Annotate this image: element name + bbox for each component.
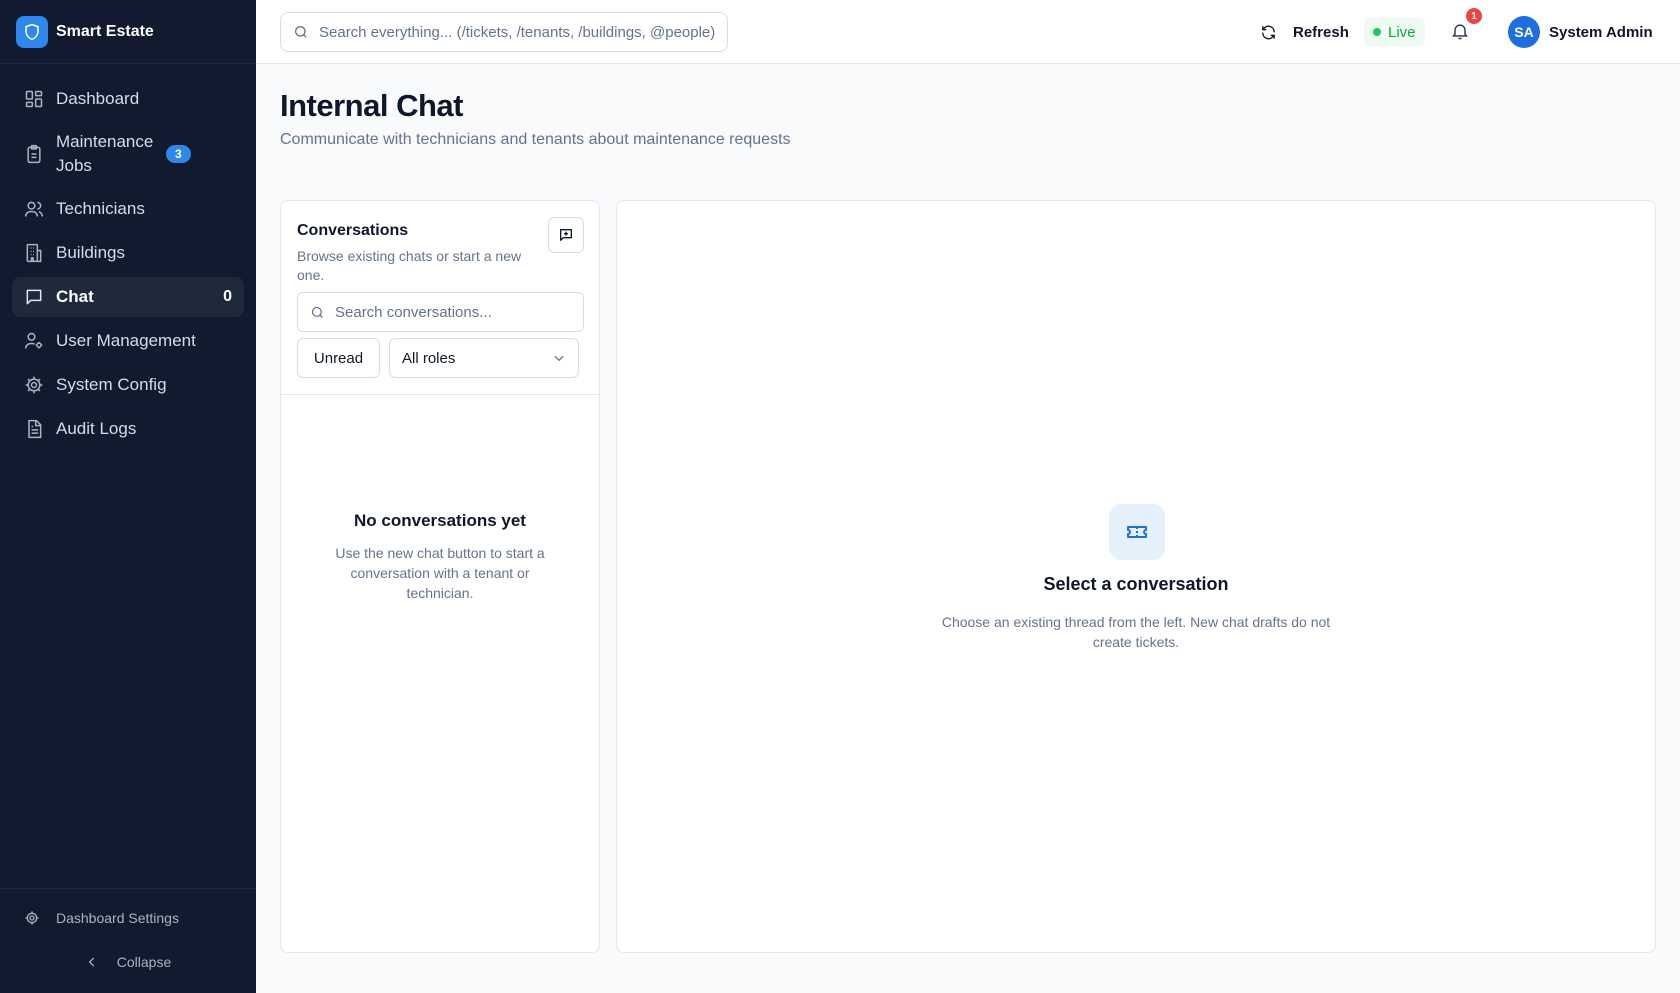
sidebar-item-label: User Management bbox=[56, 331, 196, 350]
dashboard-settings-label: Dashboard Settings bbox=[56, 910, 179, 926]
sidebar-nav: Dashboard Maintenance Jobs 3 Technicians… bbox=[0, 64, 256, 449]
user-name: System Admin bbox=[1549, 23, 1653, 41]
empty-state-description: Use the new chat button to start a conve… bbox=[335, 545, 545, 601]
sidebar-item-maintenance-jobs[interactable]: Maintenance Jobs 3 bbox=[12, 123, 244, 185]
dashboard-grid-icon bbox=[24, 89, 44, 109]
new-chat-button[interactable] bbox=[548, 217, 584, 253]
sidebar-item-label: Maintenance Jobs bbox=[56, 132, 154, 175]
refresh-icon bbox=[1260, 24, 1277, 41]
thread-placeholder-description: Choose an existing thread from the left.… bbox=[941, 614, 1331, 650]
brand[interactable]: Smart Estate bbox=[0, 0, 256, 64]
clipboard-icon bbox=[24, 144, 44, 164]
role-filter-value: All roles bbox=[402, 349, 456, 367]
global-search-input[interactable] bbox=[319, 23, 719, 41]
gear-icon bbox=[24, 910, 40, 926]
sidebar-item-label: Chat bbox=[56, 287, 94, 306]
conversations-panel: Conversations Browse existing chats or s… bbox=[280, 200, 600, 953]
thread-placeholder-title: Select a conversation bbox=[1043, 574, 1229, 594]
file-text-icon bbox=[24, 419, 44, 439]
user-menu[interactable]: SA System Admin bbox=[1508, 16, 1653, 48]
users-icon bbox=[24, 199, 44, 219]
shield-icon bbox=[16, 15, 48, 48]
refresh-button[interactable]: Refresh bbox=[1260, 18, 1349, 46]
thread-panel: Select a conversation Choose an existing… bbox=[616, 200, 1656, 953]
conversations-title: Conversations bbox=[297, 222, 409, 239]
conversation-search-input[interactable] bbox=[335, 303, 575, 321]
sidebar-item-label: System Config bbox=[56, 375, 167, 394]
chat-unread-count: 0 bbox=[223, 288, 232, 305]
live-status-badge: Live bbox=[1364, 18, 1425, 46]
brand-name: Smart Estate bbox=[56, 22, 154, 40]
bell-icon[interactable] bbox=[1450, 21, 1470, 41]
search-icon bbox=[310, 305, 325, 320]
avatar: SA bbox=[1508, 16, 1540, 48]
page-title: Internal Chat bbox=[280, 88, 463, 123]
live-label: Live bbox=[1388, 23, 1416, 41]
sidebar-item-user-management[interactable]: User Management bbox=[12, 321, 244, 361]
notification-count-badge: 1 bbox=[1466, 8, 1482, 24]
sidebar-item-label: Technicians bbox=[56, 199, 145, 218]
conversation-search[interactable] bbox=[297, 292, 584, 332]
collapse-label: Collapse bbox=[116, 954, 172, 970]
sidebar-item-label: Buildings bbox=[56, 243, 125, 262]
message-square-icon bbox=[24, 287, 44, 307]
ticket-icon bbox=[1109, 504, 1165, 560]
dashboard-settings-link[interactable]: Dashboard Settings bbox=[0, 903, 256, 933]
sidebar: Smart Estate Dashboard Maintenance Jobs … bbox=[0, 0, 256, 993]
chevron-down-icon bbox=[552, 351, 566, 365]
search-icon bbox=[293, 24, 309, 40]
conversations-description: Browse existing chats or start a new one… bbox=[297, 248, 522, 283]
sidebar-item-chat[interactable]: Chat 0 bbox=[12, 277, 244, 317]
sidebar-item-buildings[interactable]: Buildings bbox=[12, 233, 244, 273]
collapse-button[interactable]: Collapse bbox=[0, 947, 256, 977]
global-search[interactable] bbox=[280, 12, 728, 52]
building-icon bbox=[24, 243, 44, 263]
conversations-header: Conversations Browse existing chats or s… bbox=[281, 201, 599, 395]
page-subtitle: Communicate with technicians and tenants… bbox=[280, 131, 791, 148]
role-filter-select[interactable]: All roles bbox=[389, 338, 579, 378]
top-header: Refresh Live 1 SA System Admin bbox=[256, 0, 1680, 64]
user-cog-icon bbox=[24, 331, 44, 351]
sidebar-item-technicians[interactable]: Technicians bbox=[12, 189, 244, 229]
empty-state-title: No conversations yet bbox=[354, 511, 526, 530]
sidebar-item-label: Dashboard bbox=[56, 89, 140, 108]
sidebar-item-audit-logs[interactable]: Audit Logs bbox=[12, 409, 244, 449]
jobs-count-badge: 3 bbox=[166, 145, 191, 163]
sidebar-item-label: Audit Logs bbox=[56, 419, 137, 438]
message-plus-icon bbox=[558, 227, 574, 243]
sidebar-item-dashboard[interactable]: Dashboard bbox=[12, 79, 244, 119]
sidebar-footer: Dashboard Settings Collapse bbox=[0, 888, 256, 993]
sidebar-item-system-config[interactable]: System Config bbox=[12, 365, 244, 405]
chevron-left-icon bbox=[85, 955, 99, 969]
unread-filter-button[interactable]: Unread bbox=[297, 338, 380, 378]
gear-icon bbox=[24, 375, 44, 395]
live-dot-icon bbox=[1373, 28, 1381, 36]
refresh-label: Refresh bbox=[1293, 23, 1349, 41]
